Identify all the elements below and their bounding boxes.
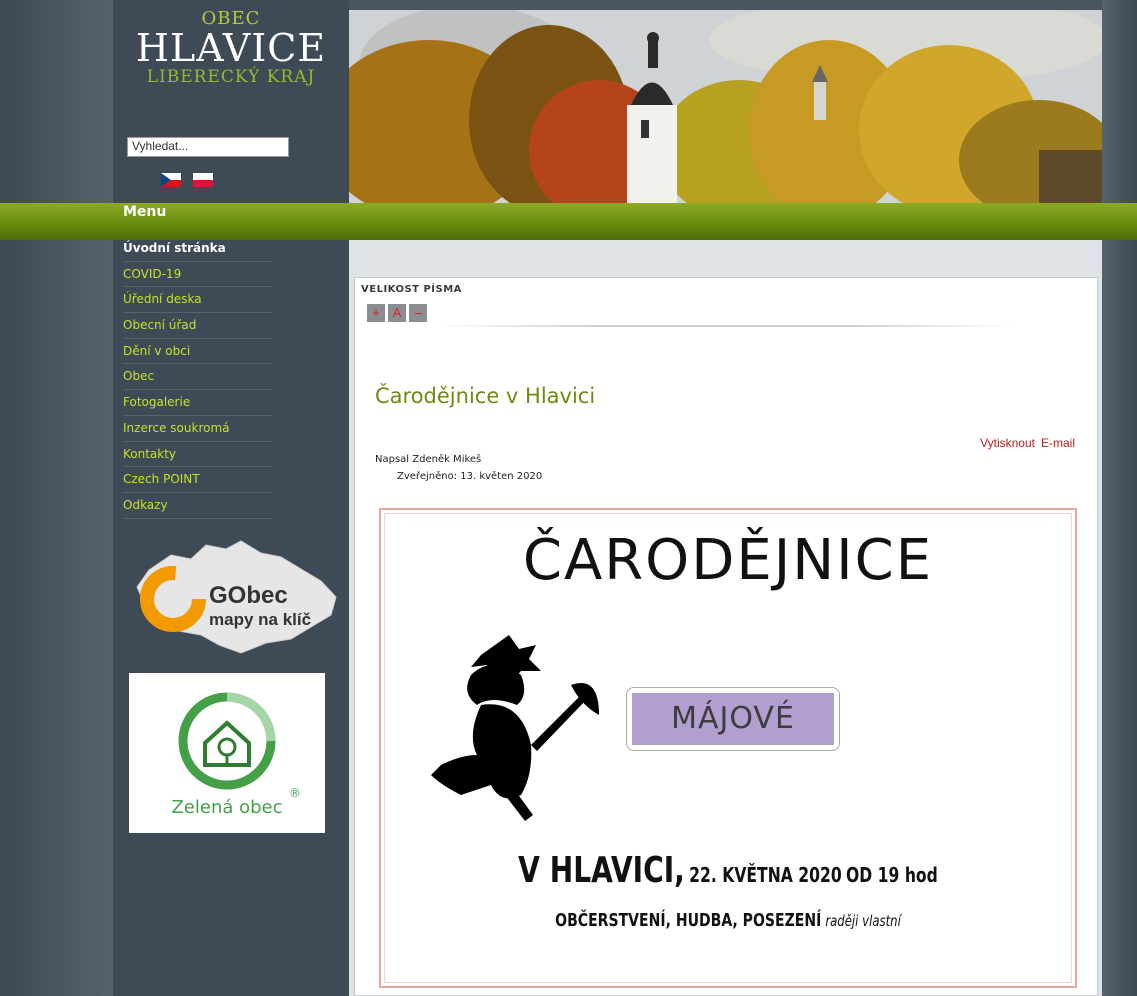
menu-title: Menu xyxy=(123,204,167,220)
poster-note: raději vlastní xyxy=(825,912,901,930)
article-title: Čarodějnice v Hlavici xyxy=(375,384,596,408)
poster-place-date: V HLAVICI, 22. KVĚTNA 2020 OD 19 hod xyxy=(457,850,998,891)
flag-pl-icon[interactable] xyxy=(193,173,213,187)
search-input[interactable]: Vyhledat... xyxy=(127,137,289,157)
poster-title: ČARODĚJNICE xyxy=(522,528,934,593)
menu-item-deni-v-obci[interactable]: Dění v obci xyxy=(123,339,273,365)
logo-line-region: LIBERECKÝ KRAJ xyxy=(146,67,316,87)
language-flags xyxy=(161,173,213,187)
page-background-left xyxy=(0,0,113,996)
menu-item-covid-19[interactable]: COVID-19 xyxy=(123,262,273,288)
gobec-name: GObec xyxy=(209,582,288,609)
menu-item-kontakty[interactable]: Kontakty xyxy=(123,442,273,468)
poster-services: OBČERSTVENÍ, HUDBA, POSEZENÍ raději vlas… xyxy=(457,910,998,931)
main-menu: Úvodní stránka COVID-19 Úřední deska Obe… xyxy=(123,236,273,519)
logo-line-hlavice: HLAVICE xyxy=(135,26,327,70)
article-panel: VELIKOST PÍSMA + A – Čarodějnice v Hlavi… xyxy=(354,277,1098,996)
font-increase-button[interactable]: + xyxy=(367,304,385,322)
font-reset-button[interactable]: A xyxy=(388,304,406,322)
font-size-controls: + A – xyxy=(367,304,427,322)
zelena-obec-banner[interactable]: Zelená obec ® xyxy=(129,673,325,833)
zelena-obec-label: Zelená obec xyxy=(171,797,282,818)
poster-tag-label: MÁJOVÉ xyxy=(632,693,834,745)
menu-item-uredni-deska[interactable]: Úřední deska xyxy=(123,287,273,314)
menu-item-uvodni-stranka[interactable]: Úvodní stránka xyxy=(123,236,273,262)
registered-mark: ® xyxy=(289,786,301,800)
menu-item-czech-point[interactable]: Czech POINT xyxy=(123,467,273,493)
menu-item-obec[interactable]: Obec xyxy=(123,364,273,391)
poster-services-text: OBČERSTVENÍ, HUDBA, POSEZENÍ xyxy=(555,910,822,931)
flag-cz-icon[interactable] xyxy=(161,173,181,187)
font-size-label: VELIKOST PÍSMA xyxy=(361,284,462,295)
article-published-date: Zveřejněno: 13. květen 2020 xyxy=(397,471,543,482)
article-author: Napsal Zdeněk Mikeš xyxy=(375,454,482,465)
gobec-tagline: mapy na klíč xyxy=(209,610,311,629)
poster-tag: MÁJOVÉ xyxy=(626,687,840,751)
page-background-right xyxy=(1102,0,1137,996)
event-poster: ČARODĚJNICE MÁJOVÉ V HLAVICI, 22. KVĚTNA… xyxy=(379,508,1077,988)
print-link[interactable]: Vytisknout xyxy=(980,436,1035,450)
divider xyxy=(435,325,1015,327)
poster-time: OD 19 hod xyxy=(846,863,938,887)
sidebar: OBEC HLAVICE LIBERECKÝ KRAJ Vyhledat... … xyxy=(113,0,349,996)
poster-date: 22. KVĚTNA 2020 xyxy=(689,863,842,887)
menu-item-odkazy[interactable]: Odkazy xyxy=(123,493,273,519)
font-decrease-button[interactable]: – xyxy=(409,304,427,322)
email-link[interactable]: E-mail xyxy=(1041,436,1075,450)
site-logo[interactable]: OBEC HLAVICE LIBERECKÝ KRAJ xyxy=(113,10,349,86)
menu-item-inzerce-soukroma[interactable]: Inzerce soukromá xyxy=(123,416,273,442)
witch-icon xyxy=(421,635,599,821)
menu-item-fotogalerie[interactable]: Fotogalerie xyxy=(123,390,273,416)
gobec-banner[interactable]: GObec mapy na klíč xyxy=(131,535,341,657)
header-banner-image xyxy=(349,10,1102,203)
zelena-obec-logo-icon xyxy=(178,692,276,790)
poster-place: V HLAVICI, xyxy=(518,850,685,891)
menu-item-obecni-urad[interactable]: Obecní úřad xyxy=(123,313,273,339)
article-tools: Vytisknout E-mail xyxy=(980,436,1075,450)
